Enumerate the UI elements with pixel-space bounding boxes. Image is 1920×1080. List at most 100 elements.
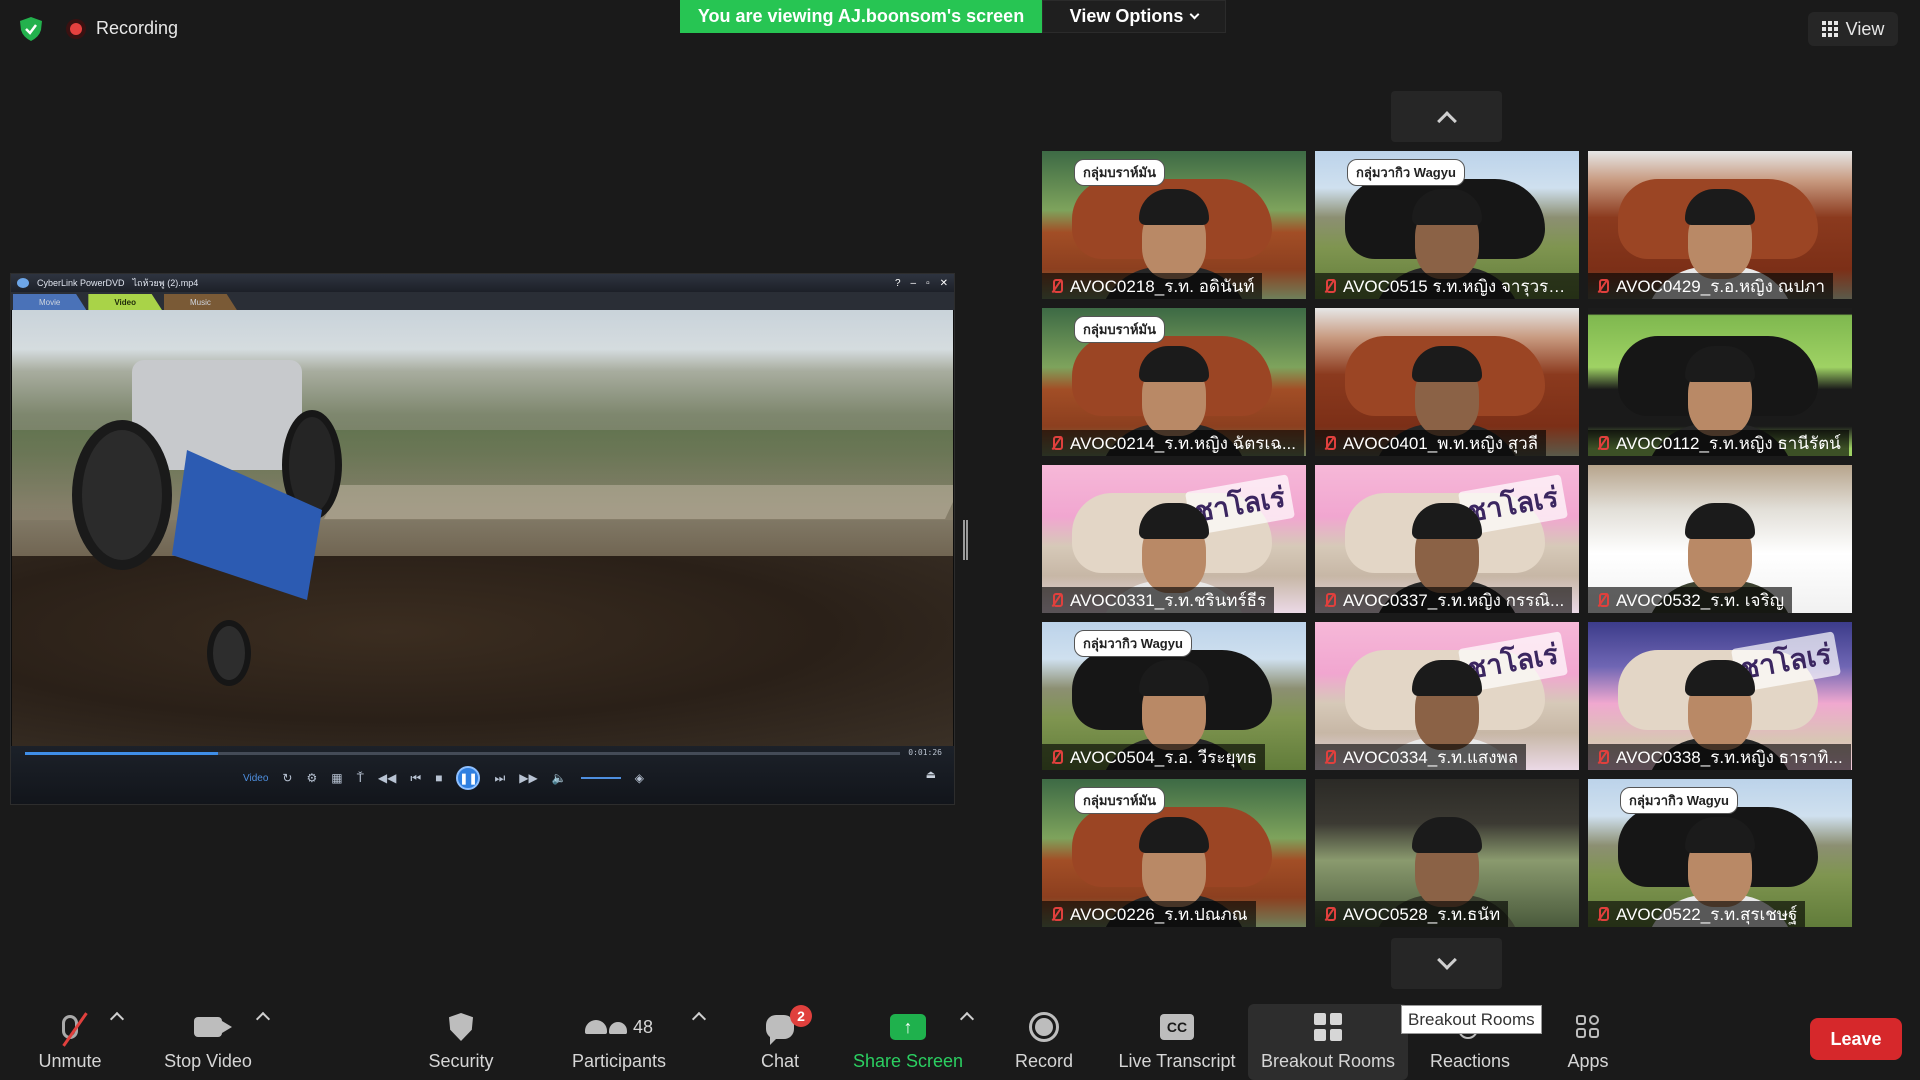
mic-muted-icon: [1048, 592, 1064, 608]
participant-tile[interactable]: AVOC0532_ร.ท. เจริญ: [1588, 465, 1852, 613]
participant-name: AVOC0112_ร.ท.หญิง ธานีรัตน์: [1616, 433, 1841, 453]
apps-button[interactable]: Apps: [1562, 1000, 1614, 1080]
live-transcript-label: Live Transcript: [1118, 1051, 1236, 1071]
recording-indicator[interactable]: Recording: [66, 18, 178, 39]
player-window-controls: ? – ▫ ✕: [895, 278, 948, 289]
eject-icon: ⏏: [925, 769, 936, 781]
participant-name-bar: AVOC0429_ร.อ.หญิง ณปภา: [1588, 273, 1834, 299]
leave-button[interactable]: Leave: [1810, 1018, 1902, 1060]
participant-name: AVOC0226_ร.ท.ปณภณ: [1070, 904, 1248, 924]
participant-name-bar: AVOC0515 ร.ท.หญิง จารุวรร...: [1315, 273, 1579, 299]
mic-muted-icon: [1321, 749, 1337, 765]
mic-muted-icon: [62, 1011, 88, 1047]
live-transcript-button[interactable]: CC Live Transcript: [1114, 1000, 1240, 1080]
participant-gallery: กลุ่มบราห์มัน AVOC0218_ร.ท. อดินันท์ กลุ่ม…: [1042, 151, 1852, 927]
participant-tile[interactable]: กลุ่มบราห์มัน AVOC0218_ร.ท. อดินันท์: [1042, 151, 1306, 299]
participant-name: AVOC0515 ร.ท.หญิง จารุวรร...: [1343, 276, 1571, 296]
participant-name: AVOC0337_ร.ท.หญิง กรรณิ...: [1343, 590, 1565, 610]
mic-muted-icon: [1321, 435, 1337, 451]
chevron-down-icon: [1189, 9, 1200, 20]
participant-tile[interactable]: ชาโลเร่ AVOC0331_ร.ท.ชรินทร์ธีร: [1042, 465, 1306, 613]
participant-name: AVOC0522_ร.ท.สุรเชษฐ์: [1616, 904, 1798, 924]
participant-tile[interactable]: AVOC0429_ร.อ.หญิง ณปภา: [1588, 151, 1852, 299]
participant-name: AVOC0218_ร.ท. อดินันท์: [1070, 276, 1255, 296]
audio-options-caret[interactable]: [109, 1011, 125, 1027]
split-divider-handle[interactable]: [963, 520, 968, 560]
mic-muted-icon: [1594, 749, 1610, 765]
maximize-icon: ▫: [926, 277, 930, 289]
participant-name-bar: AVOC0528_ร.ท.ธนัท: [1315, 901, 1509, 927]
unmute-button[interactable]: Unmute: [28, 1000, 112, 1080]
video-options-caret[interactable]: [255, 1011, 271, 1027]
gallery-page-up-button[interactable]: [1391, 91, 1502, 142]
security-shield-icon: [449, 1011, 473, 1043]
participant-tile[interactable]: AVOC0401_พ.ท.หญิง สุวลี: [1315, 308, 1579, 456]
video-road: [324, 485, 953, 519]
stop-video-button[interactable]: Stop Video: [158, 1000, 258, 1080]
record-label: Record: [1014, 1051, 1074, 1071]
tab-music: Music: [163, 294, 237, 310]
recording-icon: [66, 18, 86, 39]
participant-tile[interactable]: ชาโลเร่ AVOC0338_ร.ท.หญิง ธาราทิ...: [1588, 622, 1852, 770]
rewind-icon: ◀◀: [377, 771, 397, 785]
gallery-page-down-button[interactable]: [1391, 938, 1502, 989]
view-options-button[interactable]: View Options: [1042, 0, 1226, 33]
unmute-label: Unmute: [38, 1051, 102, 1071]
participant-name: AVOC0214_ร.ท.หญิง ฉัตรเฉ...: [1070, 433, 1296, 453]
participant-name: AVOC0331_ร.ท.ชรินทร์ธีร: [1070, 590, 1267, 610]
mic-muted-icon: [1594, 906, 1610, 922]
mic-muted-icon: [1321, 278, 1337, 294]
view-options-label: View Options: [1069, 6, 1184, 26]
participant-tile[interactable]: กลุ่มวากิว Wagyu AVOC0504_ร.อ. วีระยุทธ: [1042, 622, 1306, 770]
participant-name-bar: AVOC0338_ร.ท.หญิง ธาราทิ...: [1588, 744, 1851, 770]
video-soil: [12, 556, 953, 746]
prev-icon: ⏮: [410, 770, 422, 785]
shared-screen-player[interactable]: CyberLink PowerDVD ไถห้วยพู (2).mp4 ? – …: [10, 273, 955, 805]
mic-muted-icon: [1321, 592, 1337, 608]
participant-name: AVOC0528_ร.ท.ธนัท: [1343, 904, 1501, 924]
participant-name: AVOC0334_ร.ท.แสงพล: [1343, 747, 1519, 767]
view-button[interactable]: View: [1808, 12, 1898, 46]
background-caption: กลุ่มบราห์มัน: [1074, 316, 1165, 343]
participant-tile[interactable]: AVOC0112_ร.ท.หญิง ธานีรัตน์: [1588, 308, 1852, 456]
participant-name-bar: AVOC0532_ร.ท. เจริญ: [1588, 587, 1793, 613]
powerdvd-logo-icon: [17, 278, 29, 288]
participant-name-bar: AVOC0522_ร.ท.สุรเชษฐ์: [1588, 901, 1806, 927]
camera-icon: [194, 1011, 232, 1043]
participant-name-bar: AVOC0331_ร.ท.ชรินทร์ธีร: [1042, 587, 1275, 613]
breakout-rooms-label: Breakout Rooms: [1260, 1051, 1396, 1071]
share-screen-button[interactable]: ↑ Share Screen: [852, 1000, 964, 1080]
participants-options-caret[interactable]: [691, 1011, 707, 1027]
seek-bar: [25, 752, 900, 755]
apps-label: Apps: [1567, 1051, 1609, 1071]
tab-movie: Movie: [13, 294, 87, 310]
participants-button[interactable]: 48 Participants: [566, 1000, 672, 1080]
participant-tile[interactable]: กลุ่มบราห์มัน AVOC0214_ร.ท.หญิง ฉัตรเฉ...: [1042, 308, 1306, 456]
participant-tile[interactable]: กลุ่มบราห์มัน AVOC0226_ร.ท.ปณภณ: [1042, 779, 1306, 927]
mic-muted-icon: [1594, 592, 1610, 608]
breakout-rooms-button[interactable]: Breakout Rooms: [1248, 1004, 1408, 1080]
record-button[interactable]: Record: [1012, 1000, 1076, 1080]
encryption-shield-icon[interactable]: [18, 16, 44, 42]
security-button[interactable]: Security: [420, 1000, 502, 1080]
participant-tile[interactable]: กลุ่มวากิว Wagyu AVOC0522_ร.ท.สุรเชษฐ์: [1588, 779, 1852, 927]
background-caption: กลุ่มบราห์มัน: [1074, 159, 1165, 186]
meeting-toolbar: Unmute Stop Video Security 48 Participan…: [0, 1000, 1920, 1080]
player-controls: 0:01:26 Video ↻ ⚙ ▦ Ť ◀◀ ⏮ ■ ❚❚ ⏭ ▶▶ 🔈 ◈…: [11, 746, 954, 804]
participant-tile[interactable]: AVOC0528_ร.ท.ธนัท: [1315, 779, 1579, 927]
mic-muted-icon: [1048, 278, 1064, 294]
participant-name: AVOC0504_ร.อ. วีระยุทธ: [1070, 747, 1258, 767]
record-icon: [1029, 1011, 1059, 1043]
stop-video-label: Stop Video: [164, 1051, 252, 1071]
participant-name-bar: AVOC0504_ร.อ. วีระยุทธ: [1042, 744, 1266, 770]
participant-name-bar: AVOC0214_ร.ท.หญิง ฉัตรเฉ...: [1042, 430, 1304, 456]
fast-forward-icon: ▶▶: [519, 771, 538, 785]
chat-button[interactable]: 2 Chat: [752, 1000, 812, 1080]
participant-tile[interactable]: กลุ่มวากิว Wagyu AVOC0515 ร.ท.หญิง จารุวร…: [1315, 151, 1579, 299]
chat-badge: 2: [790, 1005, 812, 1027]
recording-label: Recording: [96, 18, 179, 38]
help-icon: ?: [894, 277, 901, 289]
participant-tile[interactable]: ชาโลเร่ AVOC0334_ร.ท.แสงพล: [1315, 622, 1579, 770]
participant-tile[interactable]: ชาโลเร่ AVOC0337_ร.ท.หญิง กรรณิ...: [1315, 465, 1579, 613]
audio-icon: ◈: [634, 771, 644, 785]
